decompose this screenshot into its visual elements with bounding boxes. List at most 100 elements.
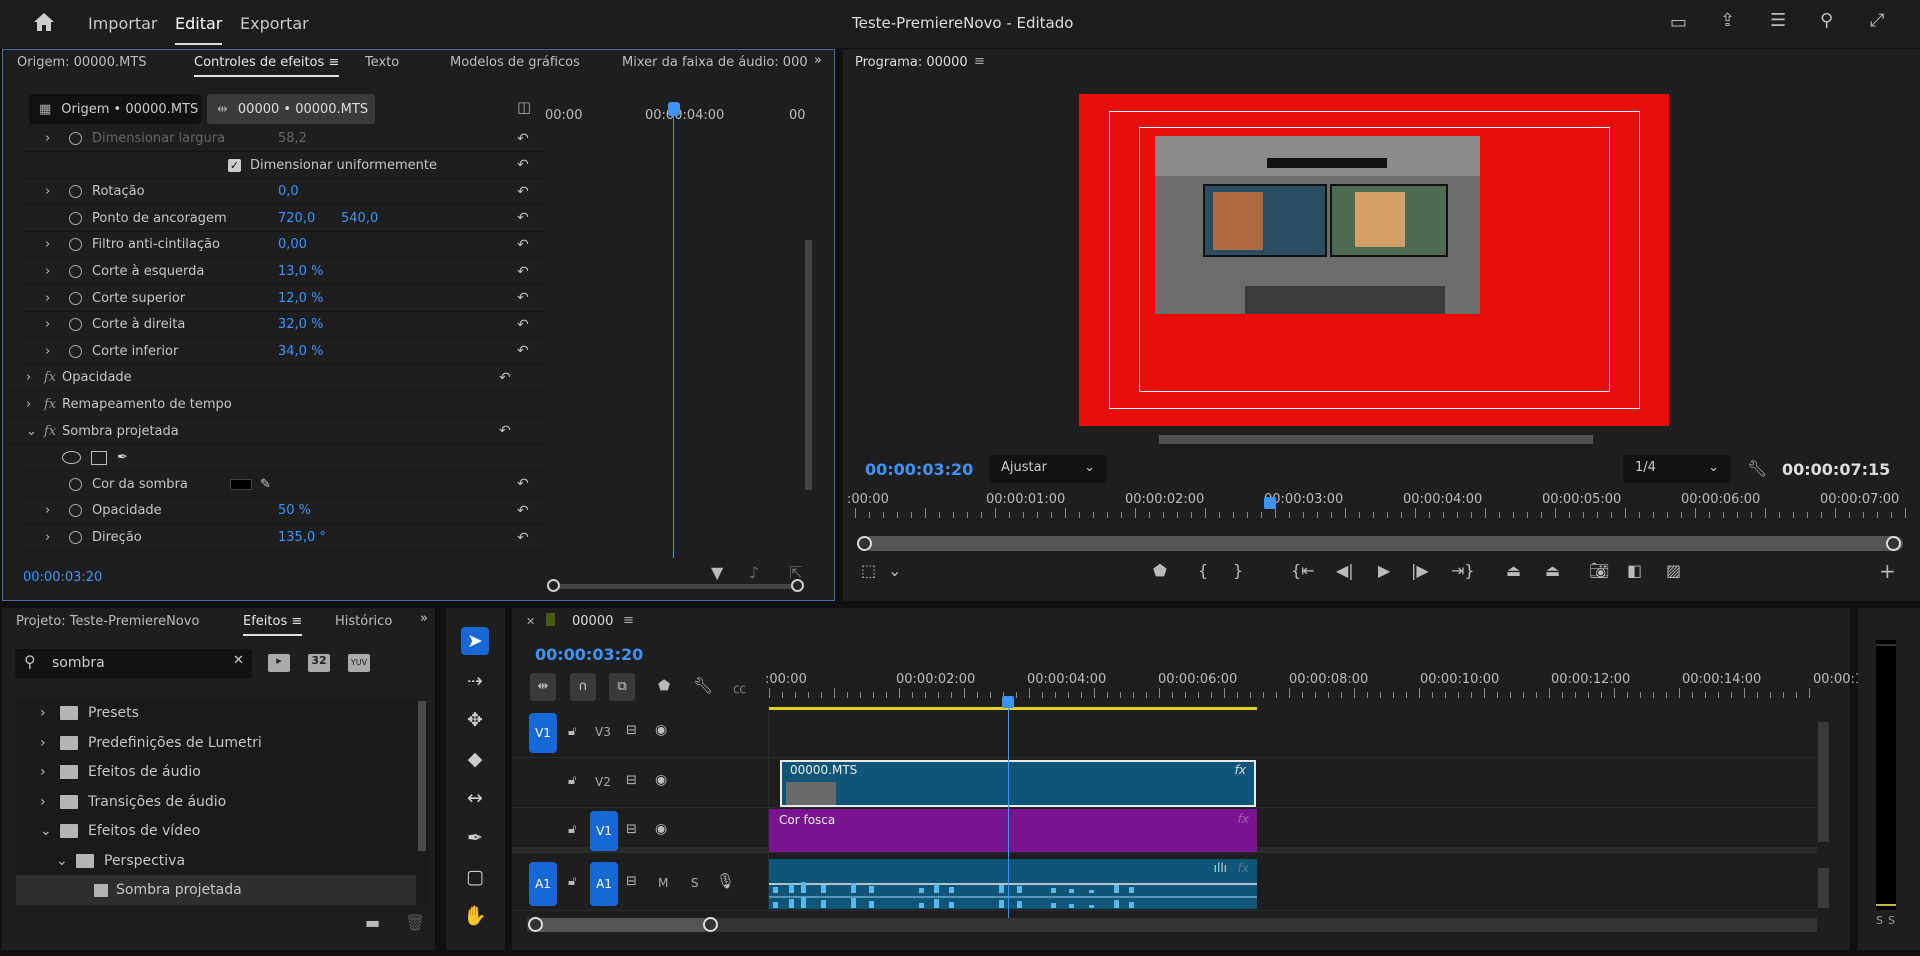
linked-selection-icon[interactable]: ⧉: [609, 673, 635, 701]
yuv-effects-icon[interactable]: YUV: [348, 654, 370, 672]
wrench-icon[interactable]: 🔧︎: [1747, 459, 1767, 478]
expand-chevron-icon[interactable]: ›: [40, 764, 46, 780]
tree-item[interactable]: › Efeitos de áudio: [30, 757, 430, 787]
more-panels-icon[interactable]: »: [420, 611, 428, 626]
lock-icon[interactable]: 🔓︎: [568, 773, 576, 788]
expand-chevron-icon[interactable]: ⌄: [26, 424, 37, 439]
zoom-handle-left[interactable]: [547, 579, 560, 592]
panel-menu-icon[interactable]: ≡: [623, 613, 634, 628]
rectangle-tool-icon[interactable]: ▢: [461, 863, 489, 891]
lock-icon[interactable]: 🔓︎: [568, 822, 576, 837]
add-marker-icon[interactable]: ⬟: [658, 678, 670, 694]
mark-in-icon[interactable]: {: [1198, 561, 1208, 580]
program-time-ruler[interactable]: :00:00 00:00:01:00 00:00:02:00 00:00:03:00 0…: [847, 492, 1910, 520]
sequence-tab[interactable]: 00000: [572, 614, 613, 629]
tree-item[interactable]: Sombra projetada: [16, 875, 416, 905]
panel-menu-icon[interactable]: ≡: [974, 54, 985, 69]
expand-chevron-icon[interactable]: ›: [26, 397, 31, 412]
mute-button[interactable]: M: [658, 876, 668, 890]
expand-chevron-icon[interactable]: ›: [45, 317, 50, 332]
stopwatch-icon[interactable]: [69, 185, 82, 199]
eye-icon[interactable]: ◉: [655, 772, 667, 788]
reset-icon[interactable]: ↶: [517, 343, 529, 359]
stopwatch-icon[interactable]: [69, 132, 82, 145]
slip-tool-icon[interactable]: ↔: [461, 784, 489, 812]
audio-only-icon[interactable]: ♪: [749, 563, 759, 582]
stopwatch-icon[interactable]: [69, 477, 82, 491]
lift-icon[interactable]: ⏏: [1506, 561, 1521, 580]
extract-icon[interactable]: ⏏: [1545, 561, 1560, 580]
lock-icon[interactable]: 🔓︎: [568, 874, 576, 889]
clip-cor-fosca[interactable]: Cor fosca fx: [769, 809, 1257, 852]
tab-project[interactable]: Projeto: Teste-PremiereNovo: [16, 614, 199, 629]
menu-editar[interactable]: Editar: [175, 14, 223, 45]
reset-icon[interactable]: ↶: [517, 237, 529, 253]
track-label-v1[interactable]: V1: [590, 811, 618, 851]
property-value[interactable]: 13,0 %: [278, 264, 323, 279]
trash-icon[interactable]: 🗑︎: [405, 913, 425, 932]
property-value[interactable]: 0,0: [278, 184, 299, 199]
program-timecode[interactable]: 00:00:03:20: [865, 460, 973, 479]
home-icon[interactable]: [32, 11, 56, 33]
tab-audio-track-mixer[interactable]: Mixer da faixa de áudio: 00000: [622, 55, 807, 70]
accelerated-effects-icon[interactable]: ▸: [268, 654, 290, 672]
effects-search-input[interactable]: ⚲ sombra ✕: [15, 649, 252, 678]
rectangle-mask-icon[interactable]: [91, 450, 107, 465]
expand-chevron-icon[interactable]: ›: [45, 291, 50, 306]
tab-graphics-templates[interactable]: Modelos de gráficos: [450, 55, 580, 70]
export-frame-icon[interactable]: 📷︎: [1589, 561, 1609, 580]
tab-source[interactable]: Origem: 00000.MTS: [17, 55, 147, 70]
track-select-tool-icon[interactable]: ⇢: [461, 667, 489, 695]
solo-button[interactable]: S: [691, 876, 699, 890]
expand-chevron-icon[interactable]: ›: [45, 503, 50, 518]
eyedropper-icon[interactable]: ✎: [260, 477, 271, 492]
tree-scrollbar[interactable]: [418, 701, 426, 851]
tree-item[interactable]: ⌄ Efeitos de vídeo: [30, 816, 430, 846]
stopwatch-icon[interactable]: [69, 238, 82, 252]
property-value[interactable]: 720,0: [278, 211, 315, 226]
expand-chevron-icon[interactable]: ›: [40, 794, 46, 810]
property-value[interactable]: 540,0: [341, 211, 378, 226]
audio-clip-a1[interactable]: ıllı fx: [769, 859, 1257, 909]
reset-icon[interactable]: ↶: [517, 503, 529, 519]
zoom-handle-right[interactable]: [1886, 536, 1901, 551]
timeline-playhead[interactable]: [1002, 696, 1014, 708]
add-marker-icon[interactable]: ⬟: [1153, 561, 1167, 580]
export-icon[interactable]: ⇱: [789, 563, 802, 582]
tree-item[interactable]: › Presets: [30, 698, 430, 728]
program-video-frame[interactable]: [1079, 94, 1669, 426]
sequence-clip-tab[interactable]: ⇹ 00000 • 00000.MTS: [207, 94, 375, 124]
property-value[interactable]: 34,0 %: [278, 344, 323, 359]
timeline-time-ruler[interactable]: :00:00 00:00:02:00 00:00:04:00 00:00:06:00 0…: [765, 672, 1863, 712]
timeline-settings-icon[interactable]: 🔧︎: [693, 676, 713, 695]
program-zoom-bar[interactable]: [863, 536, 1903, 551]
tree-item[interactable]: › Predefinições de Lumetri: [30, 728, 430, 758]
ellipse-mask-icon[interactable]: [62, 451, 81, 465]
reset-icon[interactable]: ↶: [499, 370, 511, 386]
add-button-icon[interactable]: +: [1879, 559, 1896, 583]
horizontal-zoom-bar[interactable]: [553, 584, 798, 589]
sync-lock-icon[interactable]: ⊟: [626, 874, 637, 889]
toggle-timeline-icon[interactable]: ◫: [517, 98, 531, 116]
zoom-handle-left[interactable]: [857, 536, 872, 551]
chevron-down-icon[interactable]: ⌄: [888, 561, 901, 580]
timeline-horizontal-scrollbar[interactable]: [527, 918, 1817, 932]
reset-icon[interactable]: ↶: [517, 184, 529, 200]
stopwatch-icon[interactable]: [69, 344, 82, 358]
stopwatch-icon[interactable]: [69, 504, 82, 518]
eye-icon[interactable]: ◉: [655, 722, 667, 738]
video-tracks-scrollbar[interactable]: [1818, 722, 1829, 842]
playhead-handle[interactable]: [668, 102, 680, 116]
clear-search-icon[interactable]: ✕: [233, 653, 244, 668]
reset-icon[interactable]: ↶: [517, 264, 529, 280]
expand-chevron-icon[interactable]: ›: [40, 705, 46, 721]
property-value[interactable]: 32,0 %: [278, 317, 323, 332]
property-value[interactable]: 0,00: [278, 237, 307, 252]
expand-chevron-icon[interactable]: ⌄: [40, 823, 52, 839]
program-playhead[interactable]: [1264, 497, 1276, 509]
stopwatch-icon[interactable]: [69, 291, 82, 305]
comparison-view-icon[interactable]: ◧: [1627, 561, 1642, 580]
stopwatch-icon[interactable]: [69, 265, 82, 278]
stopwatch-icon[interactable]: [69, 211, 82, 225]
solo-left[interactable]: S: [1876, 914, 1883, 927]
